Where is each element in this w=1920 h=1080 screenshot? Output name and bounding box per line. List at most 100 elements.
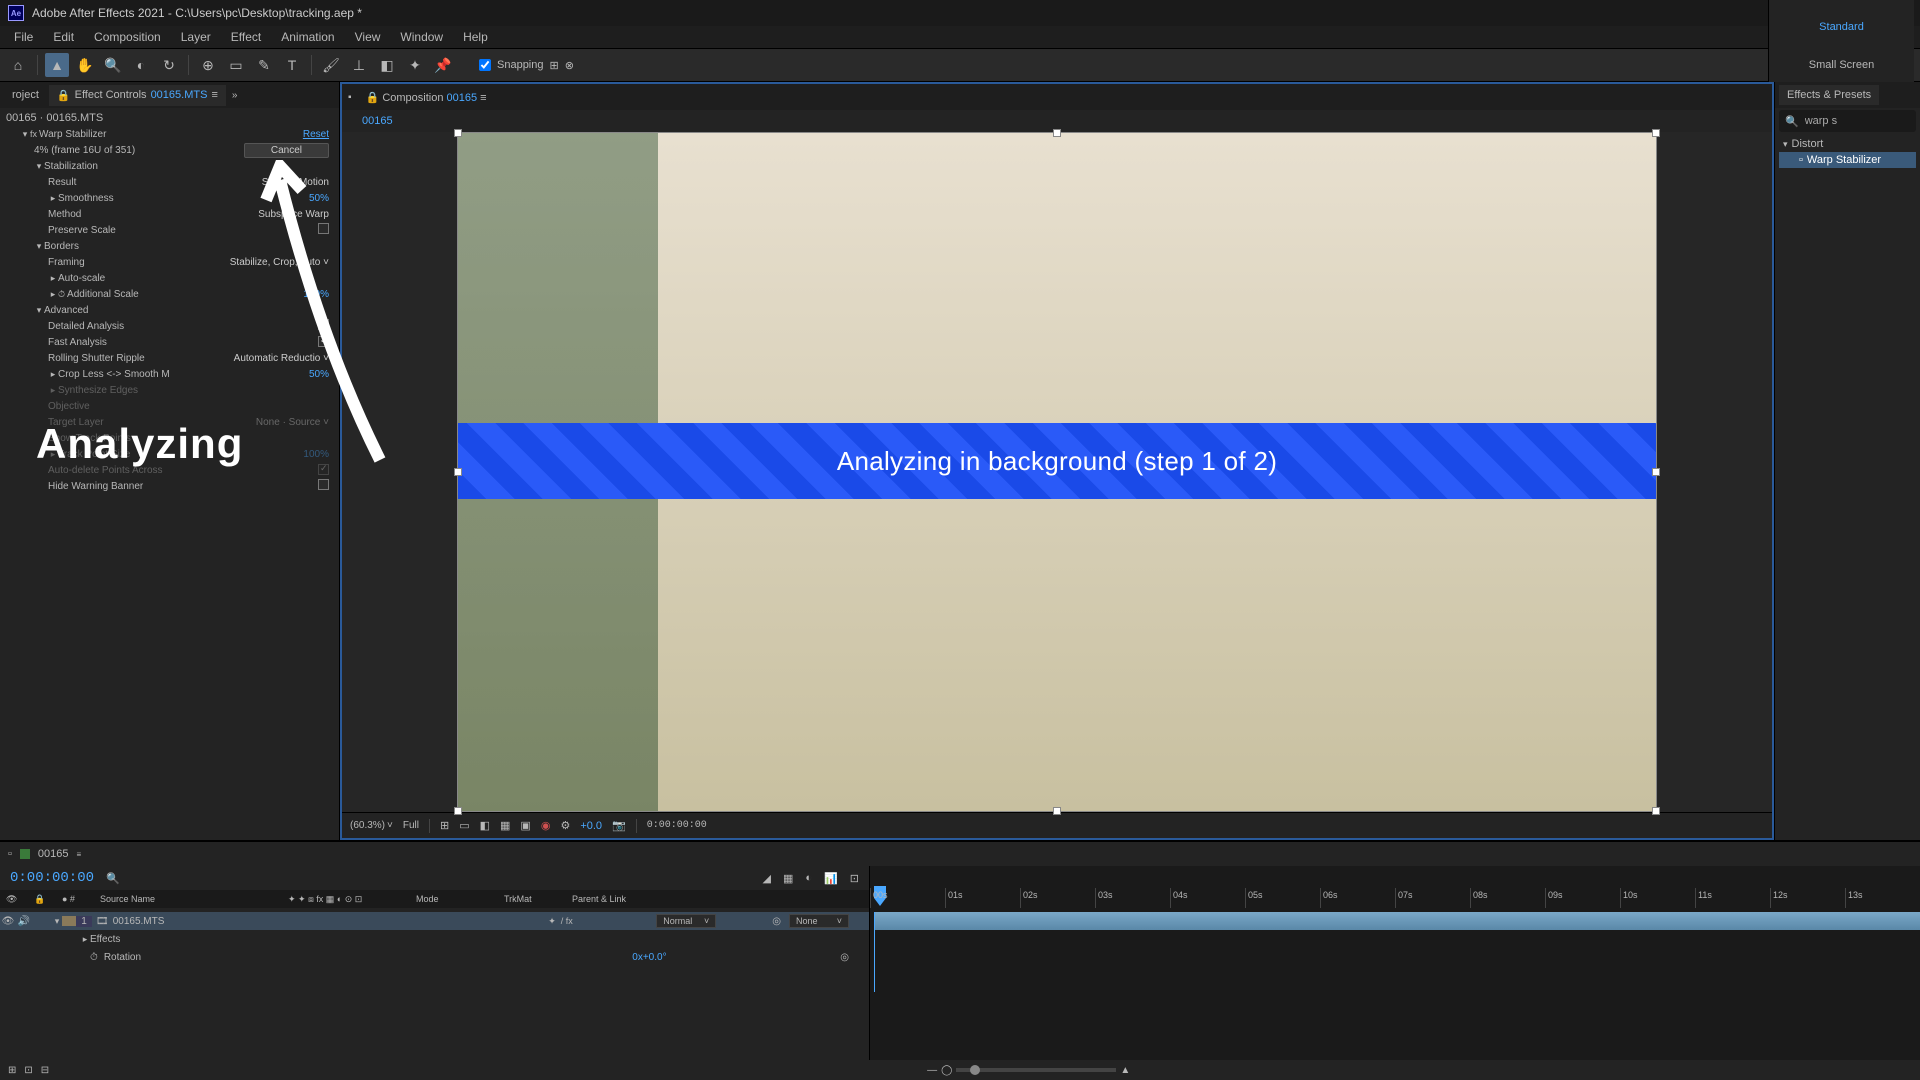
zoom-dropdown[interactable]: (60.3%) ˅ bbox=[350, 820, 393, 831]
snapping-checkbox[interactable] bbox=[479, 59, 491, 71]
gear-icon[interactable]: ⚙ bbox=[560, 819, 570, 832]
composition-tab[interactable]: 🔒 Composition 00165 ≡ bbox=[358, 88, 495, 107]
zoom-tool[interactable]: 🔍 bbox=[101, 53, 125, 77]
timeline-timecode[interactable]: 0:00:00:00 bbox=[10, 870, 94, 886]
layer-audio-icon[interactable]: 🔊 bbox=[16, 916, 32, 927]
borders-twirl[interactable]: ▾ bbox=[34, 241, 44, 252]
footage-preview[interactable]: Analyzing in background (step 1 of 2) bbox=[457, 132, 1657, 812]
viewer-timecode[interactable]: 0:00:00:00 bbox=[647, 820, 707, 831]
zoom-knob-icon[interactable]: ◯ bbox=[941, 1065, 952, 1076]
quality-dropdown[interactable]: Full bbox=[403, 820, 419, 831]
roto-tool[interactable]: ✦ bbox=[403, 53, 427, 77]
orbit-tool[interactable]: ◐ bbox=[129, 53, 153, 77]
effect-name[interactable]: Warp Stabilizer bbox=[39, 129, 106, 140]
parent-header[interactable]: Parent & Link bbox=[572, 894, 626, 904]
grid-icon[interactable]: ⊞ bbox=[440, 819, 449, 832]
layer-visibility-icon[interactable]: 👁 bbox=[0, 916, 16, 927]
handle-mid-left[interactable] bbox=[454, 468, 462, 476]
fx-icon[interactable]: fx bbox=[30, 129, 37, 139]
layer-twirl[interactable]: ▾ bbox=[52, 916, 62, 927]
eye-col-icon[interactable]: 👁 bbox=[6, 894, 26, 905]
brain-icon[interactable]: ⊡ bbox=[850, 872, 859, 885]
pen-tool[interactable]: ✎ bbox=[252, 53, 276, 77]
menu-edit[interactable]: Edit bbox=[43, 27, 84, 47]
stopwatch-icon[interactable]: ⏱ bbox=[90, 952, 98, 963]
motion-blur-icon[interactable]: ◐ bbox=[805, 872, 812, 884]
anchor-tool[interactable]: ⊕ bbox=[196, 53, 220, 77]
menu-window[interactable]: Window bbox=[390, 27, 453, 47]
layer-duration-bar[interactable] bbox=[874, 912, 1920, 930]
zoom-slider[interactable] bbox=[956, 1068, 1116, 1072]
blend-mode-dropdown[interactable]: Normal˅ bbox=[656, 914, 716, 928]
menu-effect[interactable]: Effect bbox=[221, 27, 271, 47]
lock-col-icon[interactable]: 🔒 bbox=[34, 894, 54, 905]
snapshot-icon[interactable]: 📷 bbox=[612, 819, 626, 832]
layer-color-label[interactable] bbox=[62, 916, 76, 926]
source-name-header[interactable]: Source Name bbox=[100, 894, 280, 904]
menu-file[interactable]: File bbox=[4, 27, 43, 47]
layer-sub-rotation[interactable]: ⏱ Rotation 0x+0.0° ◎ bbox=[0, 948, 869, 966]
menu-help[interactable]: Help bbox=[453, 27, 498, 47]
cancel-button[interactable]: Cancel bbox=[244, 143, 329, 158]
zoom-out-icon[interactable]: — bbox=[927, 1065, 937, 1076]
effects-presets-tab[interactable]: Effects & Presets bbox=[1779, 85, 1879, 105]
hand-tool[interactable]: ✋ bbox=[73, 53, 97, 77]
parent-dropdown[interactable]: None˅ bbox=[789, 914, 849, 928]
trkmat-header[interactable]: TrkMat bbox=[504, 894, 564, 904]
parent-pickwhip-icon[interactable]: ◎ bbox=[772, 916, 781, 927]
zoom-in-icon[interactable]: ▲ bbox=[1120, 1065, 1130, 1076]
home-button[interactable]: ⌂ bbox=[6, 53, 30, 77]
effect-twirl[interactable]: ▾ bbox=[20, 129, 30, 140]
handle-mid-right[interactable] bbox=[1652, 468, 1660, 476]
menu-layer[interactable]: Layer bbox=[171, 27, 221, 47]
mask-icon[interactable]: ▭ bbox=[459, 819, 469, 832]
rotate-tool[interactable]: ↻ bbox=[157, 53, 181, 77]
layer-sub-effects[interactable]: ▸ Effects bbox=[0, 930, 869, 948]
shy-icon[interactable]: ◢ bbox=[763, 872, 771, 885]
expression-pickwhip-icon[interactable]: ◎ bbox=[840, 952, 849, 963]
snap-icon-2[interactable]: ⊗ bbox=[565, 59, 574, 72]
type-tool[interactable]: T bbox=[280, 53, 304, 77]
exposure-value[interactable]: +0.0 bbox=[580, 820, 602, 832]
frame-blend-icon[interactable]: ▦ bbox=[783, 872, 793, 885]
mode-header[interactable]: Mode bbox=[416, 894, 496, 904]
rotation-value[interactable]: 0x+0.0° bbox=[632, 952, 832, 963]
tab-menu-icon[interactable]: ≡ bbox=[77, 850, 82, 859]
reset-link[interactable]: Reset bbox=[303, 129, 339, 140]
channel-icon[interactable]: ◧ bbox=[480, 819, 490, 832]
stabilization-twirl[interactable]: ▾ bbox=[34, 161, 44, 172]
viewer[interactable]: Analyzing in background (step 1 of 2) bbox=[342, 132, 1772, 812]
eraser-tool[interactable]: ◧ bbox=[375, 53, 399, 77]
graph-icon[interactable]: 📊 bbox=[824, 872, 838, 885]
toggle-inout-icon[interactable]: ⊟ bbox=[41, 1065, 49, 1076]
puppet-tool[interactable]: 📌 bbox=[431, 53, 455, 77]
handle-top-right[interactable] bbox=[1652, 129, 1660, 137]
clone-tool[interactable]: ⊥ bbox=[347, 53, 371, 77]
color-icon[interactable]: ◉ bbox=[541, 819, 551, 832]
track-area[interactable] bbox=[870, 912, 1920, 1060]
selection-tool[interactable]: ▲ bbox=[45, 53, 69, 77]
transparency-icon[interactable]: ▦ bbox=[500, 819, 510, 832]
toggle-switches-icon[interactable]: ⊞ bbox=[8, 1065, 16, 1076]
effect-controls-tab[interactable]: 🔒 Effect Controls 00165.MTS ≡ bbox=[49, 85, 226, 106]
handle-bot-left[interactable] bbox=[454, 807, 462, 815]
panel-overflow[interactable]: » bbox=[232, 90, 238, 101]
effects-search-input[interactable] bbox=[1805, 115, 1905, 127]
search-layer-icon[interactable]: 🔍 bbox=[106, 872, 120, 885]
tree-item-warp-stabilizer[interactable]: ▫ Warp Stabilizer bbox=[1779, 152, 1916, 168]
menu-animation[interactable]: Animation bbox=[271, 27, 344, 47]
time-ruler[interactable]: 00s 01s 02s 03s 04s 05s 06s 07s 08s 09s … bbox=[870, 866, 1920, 912]
layer-row-1[interactable]: 👁 🔊 ▾ 1 🎞 00165.MTS ✦ / fx Normal˅ ◎ Non… bbox=[0, 912, 869, 930]
hide-warning-checkbox[interactable] bbox=[318, 479, 329, 490]
handle-top-mid[interactable] bbox=[1053, 129, 1061, 137]
menu-composition[interactable]: Composition bbox=[84, 27, 171, 47]
brush-tool[interactable]: 🖌 bbox=[319, 53, 343, 77]
handle-bot-mid[interactable] bbox=[1053, 807, 1061, 815]
handle-top-left[interactable] bbox=[454, 129, 462, 137]
tree-folder-distort[interactable]: ▾Distort bbox=[1779, 136, 1916, 152]
stopwatch-icon[interactable]: ⏱ bbox=[58, 289, 65, 300]
layer-source-name[interactable]: 🎞 00165.MTS bbox=[92, 916, 164, 927]
comp-breadcrumb[interactable]: 00165 bbox=[362, 115, 393, 127]
view-icon[interactable]: ▣ bbox=[520, 819, 530, 832]
advanced-twirl[interactable]: ▾ bbox=[34, 305, 44, 316]
